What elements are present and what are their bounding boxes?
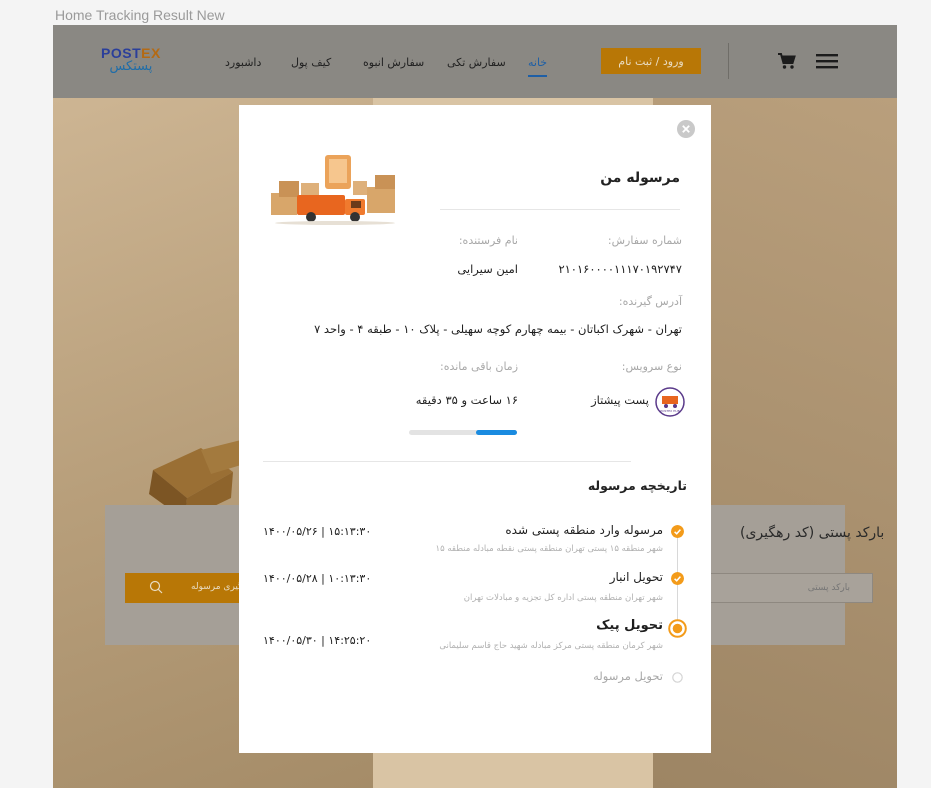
pishtaz-post-logo-icon: POSTEX HUB (655, 387, 685, 417)
sender-label: نام فرستنده: (458, 234, 518, 247)
close-icon[interactable] (677, 120, 695, 138)
header-divider (728, 43, 729, 79)
check-icon (671, 525, 684, 538)
nav-wallet[interactable]: کیف پول (291, 56, 331, 69)
order-number-value: ۲۱۰۱۶۰۰۰۰۱۱۱۷۰۱۹۲۷۴۷ (558, 262, 682, 276)
remaining-time-progress (409, 430, 517, 435)
delivery-truck-illustration (271, 155, 395, 225)
history-item-date: ۱۴۰۰/۰۵/۲۶ | ۱۵:۱۳:۳۰ (263, 525, 372, 538)
check-icon (671, 572, 684, 585)
title-divider (440, 209, 680, 210)
history-item-date: ۱۴۰۰/۰۵/۳۰ | ۱۴:۲۵:۲۰ (263, 634, 372, 647)
history-item-title: تحویل پیک (596, 618, 663, 633)
search-card-title: بارکد پستی (کد رهگیری) (740, 525, 885, 541)
history-divider (263, 461, 631, 462)
remaining-time-value: ۱۶ ساعت و ۳۵ دقیقه (415, 393, 518, 407)
current-step-icon (668, 619, 687, 638)
hamburger-menu-icon[interactable] (816, 52, 838, 70)
address-label: آدرس گیرنده: (618, 295, 682, 308)
frame-title: Home Tracking Result New (55, 7, 225, 23)
history-item-title: تحویل انبار (609, 570, 663, 584)
history-item-location: شهر تهران منطقه پستی اداره کل تجزیه و مب… (463, 593, 663, 603)
service-type-value: پست پیشتاز (591, 393, 649, 407)
modal-title: مرسوله من (600, 170, 680, 186)
cart-icon[interactable] (777, 51, 797, 71)
nav-single-order[interactable]: سفارش تکی (447, 56, 506, 69)
nav-home[interactable]: خانه (528, 56, 548, 77)
remaining-time-progress-fill (475, 430, 517, 435)
pending-step-icon (672, 672, 683, 683)
nav-dashboard[interactable]: داشبورد (225, 56, 261, 69)
address-value: تهران - شهرک اکباتان - بیمه چهارم کوچه س… (314, 322, 682, 336)
service-type-label: نوع سرویس: (621, 360, 682, 373)
history-item-title: مرسوله وارد منطقه پستی شده (505, 523, 663, 537)
search-icon (149, 580, 163, 594)
history-item-location: شهر منطقه ۱۵ پستی تهران منطقه پستی نقطه … (435, 544, 664, 554)
order-number-label: شماره سفارش: (607, 234, 682, 247)
nav-bulk-order[interactable]: سفارش انبوه (363, 56, 424, 69)
page-frame: بارکد پستی (کد رهگیری) رهگیری مرسوله POS… (53, 25, 897, 788)
history-item-location: شهر کرمان منطقه پستی مرکز مبادله شهید حا… (439, 641, 663, 651)
tracking-result-modal: مرسوله من شماره سفارش: نام فرستنده: ۲۱۰۱… (239, 105, 711, 753)
history-item-title: تحویل مرسوله (593, 669, 663, 683)
postex-logo[interactable]: POSTEX پستکس (101, 45, 161, 74)
remaining-time-label: زمان باقی مانده: (439, 360, 518, 373)
svg-text:POSTEX HUB: POSTEX HUB (660, 409, 679, 413)
history-item-date: ۱۴۰۰/۰۵/۲۸ | ۱۰:۱۳:۳۰ (263, 572, 372, 585)
top-nav-bar: POSTEX پستکس داشبورد کیف پول سفارش انبوه… (53, 25, 897, 98)
login-register-button[interactable]: ورود / ثبت نام (601, 48, 701, 74)
sender-value: امین سیرایی (457, 262, 518, 276)
history-title: تاریخچه مرسوله (587, 478, 687, 493)
